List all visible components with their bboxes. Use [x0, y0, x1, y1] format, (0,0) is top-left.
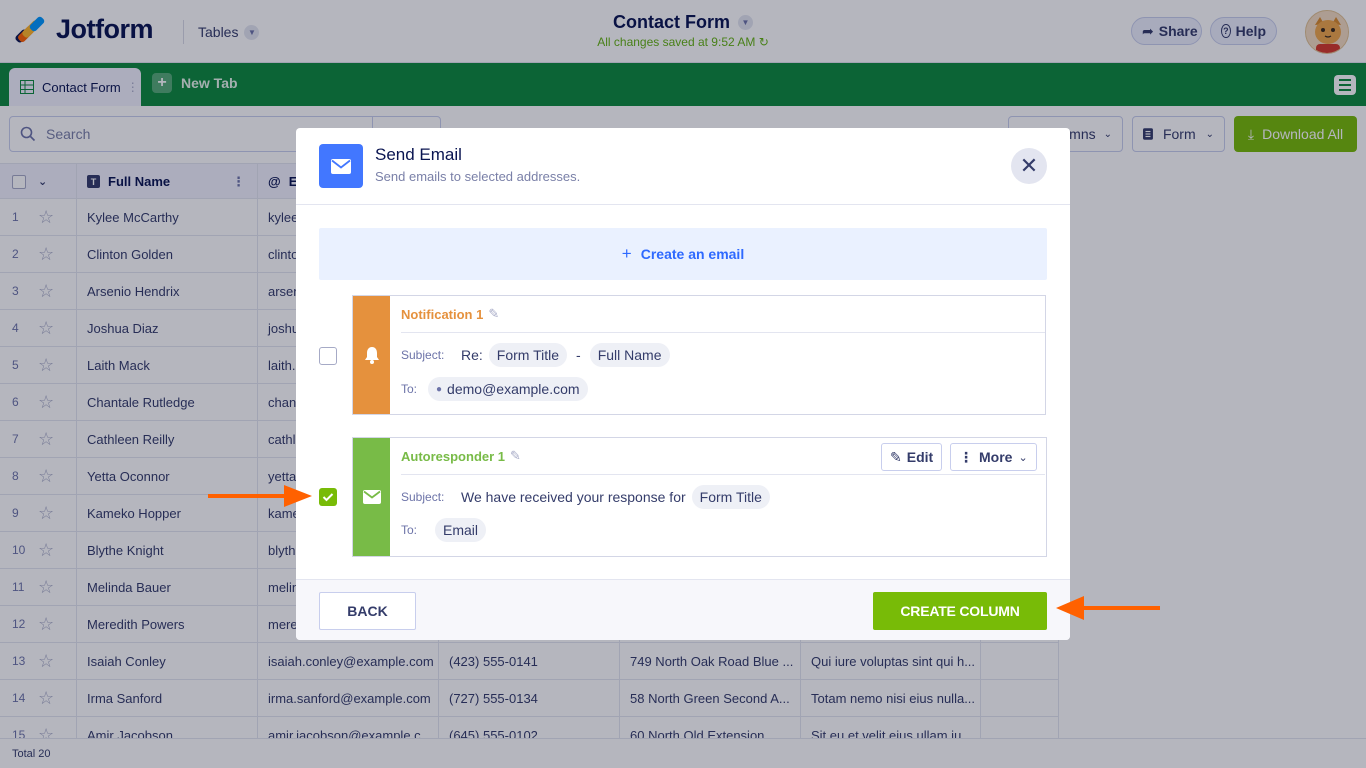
envelope-icon — [353, 438, 390, 556]
edit-icon: ✎ — [890, 448, 902, 465]
pencil-icon[interactable]: ✎ — [488, 306, 499, 322]
modal-footer: BACK CREATE COLUMN — [296, 579, 1070, 640]
pencil-icon[interactable]: ✎ — [510, 448, 521, 464]
plus-icon: + — [621, 244, 632, 263]
modal-header: Send Email Send emails to selected addre… — [296, 128, 1070, 205]
modal-title: Send Email — [375, 145, 462, 164]
close-button[interactable]: ✕ — [1011, 148, 1047, 184]
annotation-arrow-icon — [208, 485, 312, 507]
notification-name[interactable]: Notification 1 ✎ — [401, 296, 1045, 333]
more-button[interactable]: ⋮ More ⌄ — [950, 443, 1037, 471]
autoresponder-name[interactable]: Autoresponder 1 ✎ — [401, 438, 1045, 475]
user-icon: ● — [436, 383, 443, 395]
notification-checkbox[interactable] — [319, 347, 337, 365]
autoresponder-subject-row: Subject: We have received your response … — [401, 485, 770, 509]
send-email-modal: Send Email Send emails to selected addre… — [296, 128, 1070, 640]
create-column-button[interactable]: CREATE COLUMN — [873, 592, 1047, 630]
create-email-button[interactable]: + Create an email — [319, 228, 1047, 280]
email-field-tag: Email — [435, 518, 487, 542]
chevron-down-icon: ⌄ — [1018, 451, 1028, 464]
bell-icon — [353, 296, 390, 414]
autoresponder-card: Autoresponder 1 ✎ ✎ Edit ⋮ More ⌄ Subjec… — [352, 437, 1047, 557]
checkmark-icon — [322, 493, 334, 502]
close-icon: ✕ — [1019, 153, 1039, 178]
recipient-tag: ● demo@example.com — [428, 377, 588, 401]
annotation-arrow-icon — [1056, 596, 1160, 620]
envelope-icon — [319, 144, 363, 188]
vertical-dots-icon: ⋮ — [959, 448, 973, 465]
modal-subtitle: Send emails to selected addresses. — [375, 169, 581, 184]
edit-button[interactable]: ✎ Edit — [881, 443, 943, 471]
form-title-tag: Form Title — [691, 485, 770, 509]
form-title-tag: Form Title — [488, 343, 568, 367]
autoresponder-to-row: To: Email — [401, 518, 487, 542]
notification-card: Notification 1 ✎ Subject: Re: Form Title… — [352, 295, 1046, 415]
notification-to-row: To: ● demo@example.com — [401, 377, 588, 401]
full-name-tag: Full Name — [589, 343, 670, 367]
back-button[interactable]: BACK — [319, 592, 416, 630]
autoresponder-checkbox[interactable] — [319, 488, 337, 506]
notification-subject-row: Subject: Re: Form Title - Full Name — [401, 343, 670, 367]
